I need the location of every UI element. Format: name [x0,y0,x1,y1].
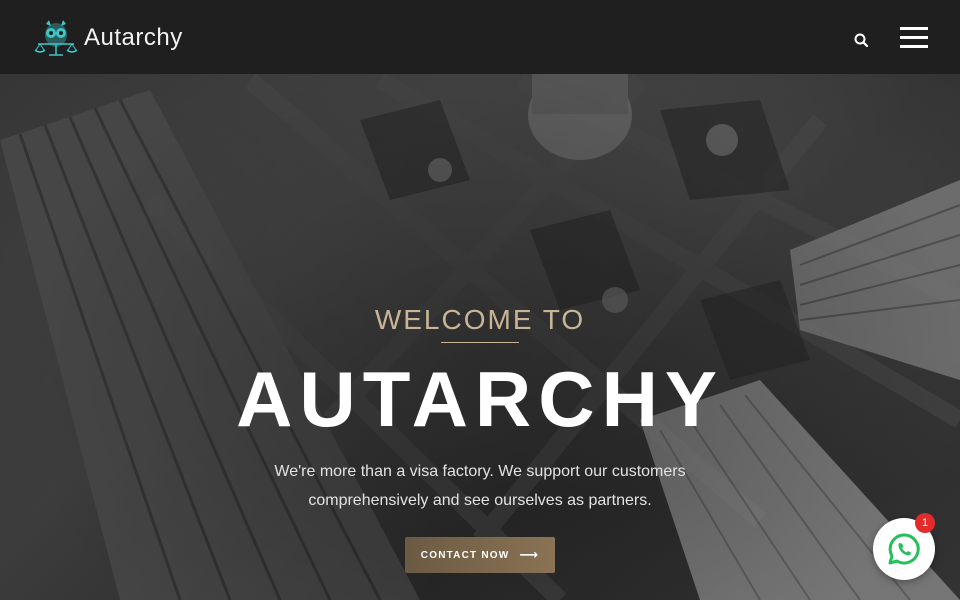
brand-name: Autarchy [84,24,183,51]
hero-title: AUTARCHY [236,355,724,443]
notification-badge: 1 [915,513,935,533]
contact-now-label: CONTACT NOW [420,549,510,561]
eyebrow-divider [441,342,519,343]
hero-subtitle: We're more than a visa factory. We suppo… [274,463,686,509]
owl-scales-logo-icon [34,20,78,56]
hero-eyebrow: WELCOME TO [374,304,586,335]
brand-logo[interactable]: Autarchy [34,18,183,58]
hero-content: WELCOME TO AUTARCHY We're more than a vi… [0,300,960,573]
page: Autarchy WELCOME TO AUTARCHY We're more … [0,0,960,600]
arrow-right-icon: ⟶ [519,547,540,562]
hamburger-menu-icon [900,45,928,48]
search-button[interactable] [850,29,872,51]
contact-now-button[interactable]: CONTACT NOW ⟶ [404,537,556,573]
site-header: Autarchy [0,0,960,74]
menu-button[interactable] [898,25,930,51]
hamburger-menu-icon [900,27,928,30]
whatsapp-icon [888,533,920,565]
search-icon [854,33,869,48]
hamburger-menu-icon [900,36,928,39]
